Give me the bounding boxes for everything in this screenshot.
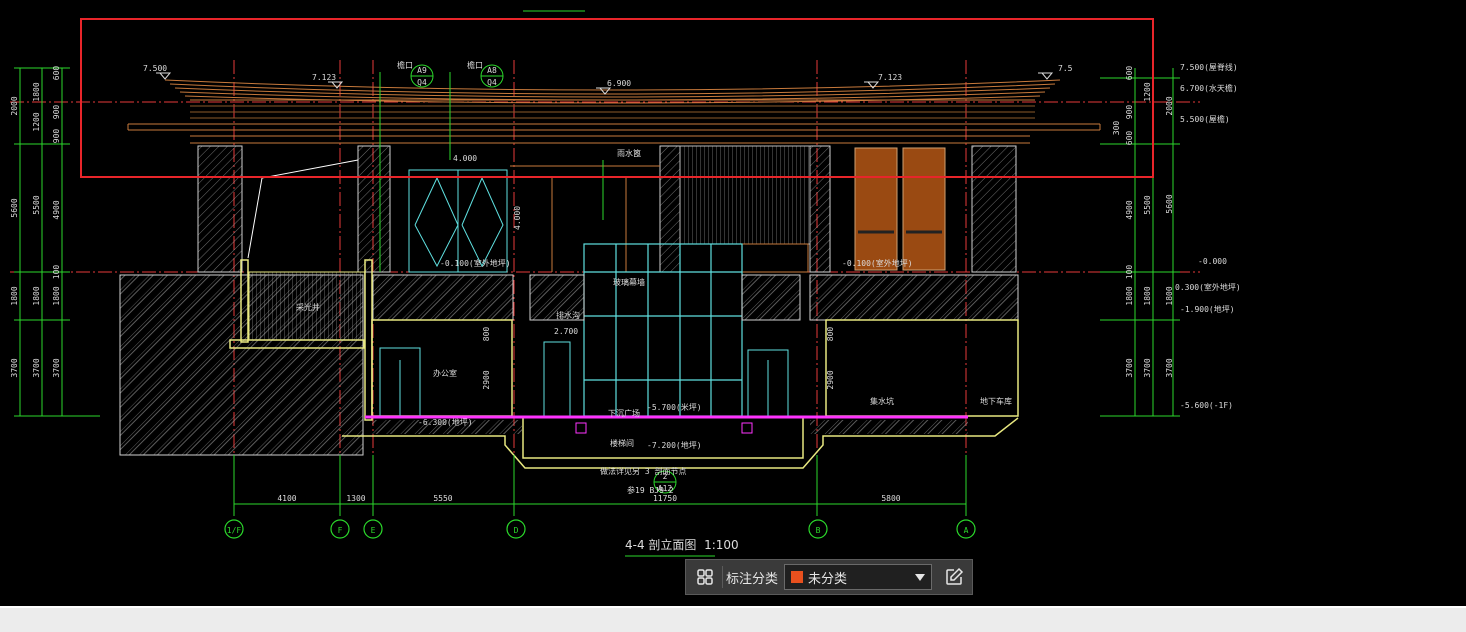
right-level: -0.000 — [1198, 257, 1227, 266]
right-dim: 1200 — [1143, 82, 1152, 101]
annotation: 下沉广场 — [608, 408, 640, 418]
drawing-title-text: 4-4 剖立面图 — [625, 538, 697, 552]
elevation-mark: 7.123 — [312, 73, 336, 82]
right-dim: 600 — [1125, 66, 1134, 81]
left-dim: 1800 — [32, 82, 41, 101]
annotation: 檐口 — [397, 60, 413, 70]
axis-label: D — [514, 526, 519, 535]
elevation-mark: 7.500 — [143, 64, 167, 73]
tag-top: A8 — [487, 66, 497, 75]
category-dropdown[interactable]: 未分类 — [784, 564, 933, 590]
wall-dim: 800 — [826, 327, 835, 342]
right-dim: 1800 — [1125, 286, 1134, 305]
annotation: 檐口 — [467, 60, 483, 70]
tag-bottom: Q4 — [487, 78, 497, 87]
annotation: 楼梯间 — [610, 438, 634, 448]
left-dim: 1800 — [32, 286, 41, 305]
left-dim: 100 — [52, 265, 61, 280]
right-dim: 100 — [1125, 265, 1134, 280]
axis-label: E — [371, 526, 376, 535]
drawing-title: 4-4 剖立面图 1:100 — [625, 536, 739, 553]
left-dim: 2000 — [10, 96, 19, 115]
elevation-mark: 6.900 — [607, 79, 631, 88]
wall-dim: 2900 — [482, 370, 491, 389]
right-dim: 2000 — [1165, 96, 1174, 115]
left-dim: 900 — [52, 129, 61, 144]
left-dim: 3700 — [52, 358, 61, 377]
right-level: 0.300(室外地坪) — [1175, 282, 1241, 292]
annotation: 采光井 — [296, 302, 320, 312]
left-dim: 1200 — [32, 112, 41, 131]
right-dim: 3700 — [1125, 358, 1134, 377]
bottom-dim: 1300 — [346, 494, 365, 503]
annotation-category-toolbar: 标注分类 未分类 — [685, 559, 973, 595]
elevation-mark: -0.100(室外地坪) — [842, 258, 913, 268]
annotation: 排水沟 — [556, 310, 580, 320]
right-dim: 1800 — [1143, 286, 1152, 305]
left-dim: 5600 — [10, 198, 19, 217]
left-dim: 4900 — [52, 200, 61, 219]
chevron-down-icon — [915, 573, 926, 581]
category-color-swatch — [791, 571, 804, 583]
left-dim: 600 — [52, 66, 61, 81]
category-label: 标注分类 — [726, 570, 779, 586]
right-level: 7.500(屋脊线) — [1180, 62, 1238, 72]
right-dim: 3700 — [1143, 358, 1152, 377]
wall-dim: 800 — [482, 327, 491, 342]
bottom-dim: 4100 — [277, 494, 296, 503]
left-dim: 1800 — [10, 286, 19, 305]
right-dim: 600 — [1125, 131, 1134, 146]
bottom-dim: 5550 — [433, 494, 452, 503]
annotation: 地下车库 — [980, 396, 1012, 406]
elevation-mark: 2.700 — [554, 327, 578, 336]
status-bar — [0, 606, 1466, 632]
right-dim: 4900 — [1125, 200, 1134, 219]
elevation-mark: 7.123 — [878, 73, 902, 82]
annotation: 参19 BJ9-2 — [627, 485, 674, 495]
bottom-dim: 5800 — [881, 494, 900, 503]
elevation-mark: 7.5 — [1058, 64, 1073, 73]
elevation-mark: -5.700(米坪) — [647, 402, 702, 412]
left-dim: 900 — [52, 105, 61, 120]
toolbar-divider — [722, 566, 723, 588]
right-dim: 900 — [1125, 105, 1134, 120]
wall-dim: 2900 — [826, 370, 835, 389]
elevation-mark: -6.300(地坪) — [418, 417, 473, 427]
axis-label: 1/F — [227, 526, 242, 535]
left-dim: 3700 — [32, 358, 41, 377]
right-level: -1.900(地坪) — [1180, 304, 1235, 314]
right-level: 5.500(屋檐) — [1180, 114, 1230, 124]
right-level: 6.700(水天檐) — [1180, 83, 1238, 93]
right-dim: 1800 — [1165, 286, 1174, 305]
edit-pen-icon[interactable] — [940, 563, 968, 591]
axis-label: A — [964, 526, 969, 535]
elevation-mark: 4.000 — [453, 154, 477, 163]
right-dim: 5500 — [1143, 195, 1152, 214]
grid-four-icon[interactable] — [691, 563, 719, 591]
left-dim: 3700 — [10, 358, 19, 377]
annotation: 做法详见另 3 剖面节点 — [600, 466, 686, 476]
category-selected-value: 未分类 — [808, 570, 848, 586]
tag-top: A9 — [417, 66, 427, 75]
tag-bottom: Q4 — [417, 78, 427, 87]
annotation: 玻璃幕墙 — [613, 277, 645, 287]
annotation: 雨水篦 — [617, 148, 641, 158]
annotation: 集水坑 — [870, 396, 894, 406]
elevation-mark: 4.000 — [513, 206, 522, 230]
axis-label: F — [338, 526, 343, 535]
axis-label: B — [816, 526, 821, 535]
drawing-scale: 1:100 — [704, 538, 739, 552]
left-dim: 5500 — [32, 195, 41, 214]
right-dim: 300 — [1112, 121, 1121, 136]
right-dim: 5600 — [1165, 194, 1174, 213]
annotation: 办公室 — [433, 368, 457, 378]
elevation-mark: -7.200(地坪) — [647, 440, 702, 450]
bottom-dim: 11750 — [653, 494, 677, 503]
elevation-mark: -0.100(室外地坪) — [440, 258, 511, 268]
right-dim: 3700 — [1165, 358, 1174, 377]
right-level: -5.600(-1F) — [1180, 401, 1233, 410]
left-dim: 1800 — [52, 286, 61, 305]
